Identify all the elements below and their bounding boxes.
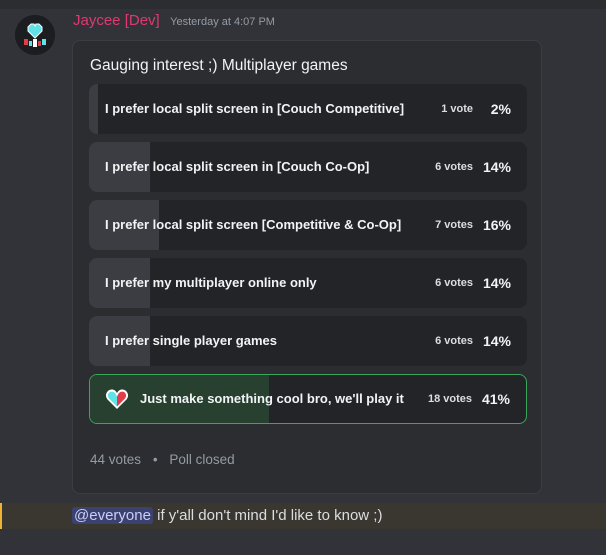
poll-answer-percent: 16% (482, 217, 511, 233)
poll-answer[interactable]: I prefer single player games 6 votes 14% (89, 316, 527, 366)
poll-answer-percent: 41% (481, 391, 510, 407)
message-content: @everyone if y'all don't mind I'd like t… (72, 507, 382, 524)
mention-highlight-bar (0, 503, 2, 529)
avatar-art-icon (15, 15, 55, 55)
poll-answer-percent: 14% (482, 275, 511, 291)
poll-answer-votes: 6 votes (435, 277, 473, 289)
poll-question: Gauging interest ;) Multiplayer games (90, 57, 348, 74)
heart-icon (105, 389, 129, 409)
next-message-clip (0, 545, 606, 555)
poll-answer[interactable]: I prefer my multiplayer online only 6 vo… (89, 258, 527, 308)
poll-answer-votes: 6 votes (435, 335, 473, 347)
message-row-highlighted: @everyone if y'all don't mind I'd like t… (0, 503, 606, 529)
poll-answer-label: I prefer local split screen in [Couch Co… (105, 101, 405, 116)
poll-answer-votes: 18 votes (427, 393, 472, 405)
footer-separator: • (152, 452, 158, 467)
poll-answer[interactable]: I prefer local split screen in [Couch Co… (89, 142, 527, 192)
poll-card: Gauging interest ;) Multiplayer games I … (72, 40, 542, 494)
message-header: Jaycee [Dev] Yesterday at 4:07 PM (73, 12, 275, 30)
poll-answer[interactable]: I prefer local split screen in [Couch Co… (89, 84, 527, 134)
poll-answer-votes: 7 votes (435, 219, 473, 231)
top-divider (0, 0, 606, 9)
message-text: if y'all don't mind I'd like to know ;) (152, 507, 383, 524)
poll-answer-label: I prefer my multiplayer online only (105, 275, 317, 290)
poll-footer: 44 votes • Poll closed (90, 452, 235, 467)
poll-answer-label: I prefer local split screen [Competitive… (105, 217, 402, 232)
poll-total-votes[interactable]: 44 votes (90, 452, 141, 467)
message-timestamp[interactable]: Yesterday at 4:07 PM (170, 16, 275, 28)
poll-answer-label: I prefer single player games (105, 333, 277, 348)
poll-answer-percent: 14% (482, 159, 511, 175)
poll-answer-percent: 14% (482, 333, 511, 349)
poll-answer-label: Just make something cool bro, we'll play… (140, 391, 404, 406)
poll-answer-percent: 2% (490, 101, 511, 117)
poll-answer-winner[interactable]: Just make something cool bro, we'll play… (89, 374, 527, 424)
poll-status: Poll closed (169, 452, 235, 467)
vote-share-bar (89, 84, 98, 134)
poll-answer-label: I prefer local split screen in [Couch Co… (105, 159, 370, 174)
author-name[interactable]: Jaycee [Dev] (73, 12, 160, 29)
everyone-mention[interactable]: @everyone (72, 507, 153, 524)
poll-answer-votes: 1 vote (441, 103, 473, 115)
poll-answer[interactable]: I prefer local split screen [Competitive… (89, 200, 527, 250)
avatar[interactable] (15, 15, 55, 55)
poll-answer-votes: 6 votes (435, 161, 473, 173)
